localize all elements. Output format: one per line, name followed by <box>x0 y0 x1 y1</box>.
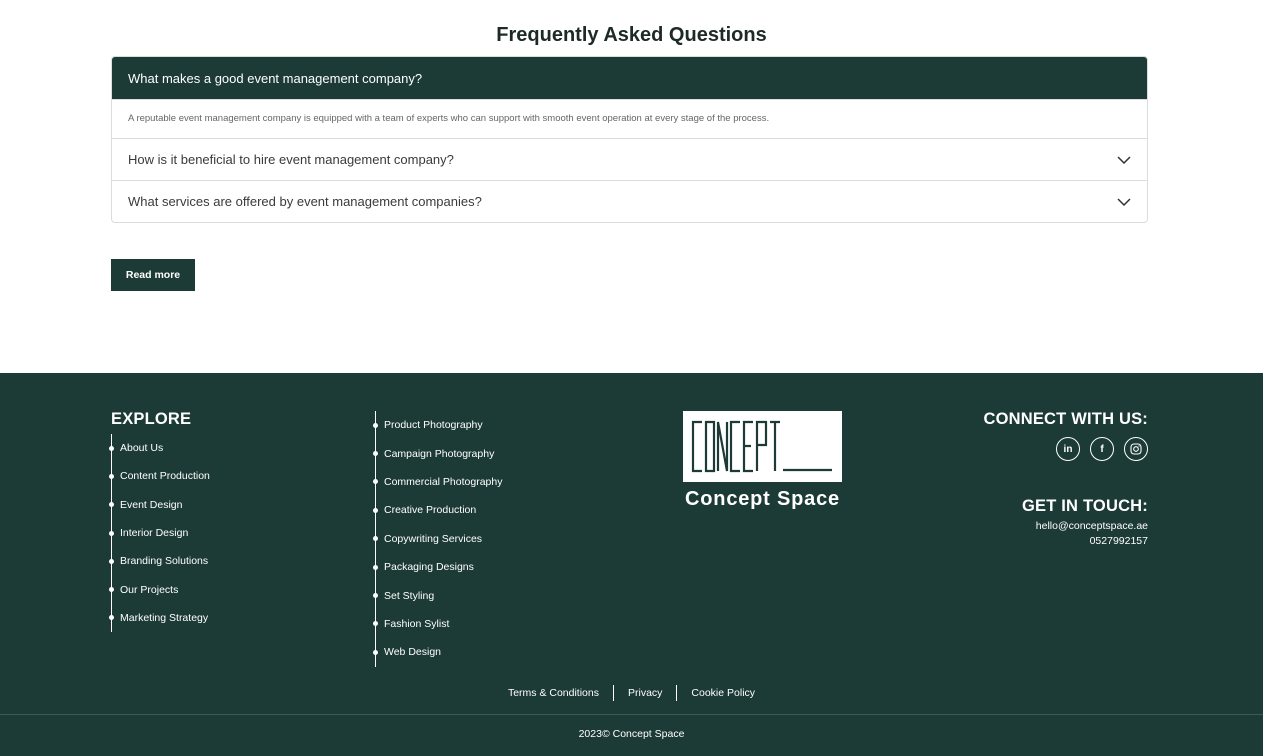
footer-link-product-photography[interactable]: Product Photography <box>372 411 502 439</box>
faq-answer-1: A reputable event management company is … <box>112 99 1147 138</box>
footer-link-content-production[interactable]: Content Production <box>109 462 210 490</box>
faq-question-text: What makes a good event management compa… <box>128 70 423 86</box>
faq-question-1[interactable]: What makes a good event management compa… <box>112 57 1147 99</box>
explore-title: EXPLORE <box>111 410 192 428</box>
chevron-up-icon <box>1117 71 1131 85</box>
instagram-icon[interactable] <box>1124 437 1148 461</box>
footer-link-our-projects[interactable]: Our Projects <box>109 575 210 603</box>
chevron-down-icon <box>1117 153 1131 167</box>
faq-accordion: What makes a good event management compa… <box>111 56 1148 223</box>
brand-name: Concept Space <box>685 488 840 510</box>
footer-link-marketing-strategy[interactable]: Marketing Strategy <box>109 604 210 632</box>
get-in-touch-title: GET IN TOUCH: <box>1021 497 1148 515</box>
explore-column: EXPLORE About Us Content Production Even… <box>109 410 210 633</box>
faq-question-2[interactable]: How is it beneficial to hire event manag… <box>112 139 1147 180</box>
footer-link-packaging-designs[interactable]: Packaging Designs <box>372 553 502 581</box>
contact-email[interactable]: hello@conceptspace.ae <box>983 520 1148 532</box>
footer-link-interior-design[interactable]: Interior Design <box>109 519 210 547</box>
read-more-button[interactable]: Read more <box>111 259 195 291</box>
services-column: Product Photography Campaign Photography… <box>372 411 502 667</box>
service-links: Product Photography Campaign Photography… <box>372 411 502 667</box>
footer-link-web-design[interactable]: Web Design <box>372 638 502 666</box>
footer-link-branding-solutions[interactable]: Branding Solutions <box>109 547 210 575</box>
logo-wordmark <box>683 411 842 482</box>
footer-link-commercial-photography[interactable]: Commercial Photography <box>372 468 502 496</box>
footer-link-creative-production[interactable]: Creative Production <box>372 496 502 524</box>
facebook-icon[interactable]: f <box>1090 437 1114 461</box>
connect-title: CONNECT WITH US: <box>983 410 1148 428</box>
copyright: 2023© Concept Space <box>578 728 685 740</box>
footer-link-campaign-photography[interactable]: Campaign Photography <box>372 439 502 467</box>
faq-question-text: What services are offered by event manag… <box>128 194 482 209</box>
site-footer: EXPLORE About Us Content Production Even… <box>0 373 1263 756</box>
faq-item: What makes a good event management compa… <box>112 57 1147 139</box>
faq-title: Frequently Asked Questions <box>496 24 767 46</box>
footer-link-set-styling[interactable]: Set Styling <box>372 581 502 609</box>
footer-link-about-us[interactable]: About Us <box>109 434 210 462</box>
contact-phone[interactable]: 0527992157 <box>983 535 1148 547</box>
terms-link[interactable]: Terms & Conditions <box>494 687 613 699</box>
faq-question-3[interactable]: What services are offered by event manag… <box>112 181 1147 222</box>
footer-link-fashion-stylist[interactable]: Fashion Sylist <box>372 610 502 638</box>
faq-question-text: How is it beneficial to hire event manag… <box>128 152 454 167</box>
faq-item: What services are offered by event manag… <box>112 181 1147 222</box>
privacy-link[interactable]: Privacy <box>614 687 676 699</box>
footer-link-event-design[interactable]: Event Design <box>109 491 210 519</box>
footer-divider <box>0 714 1263 715</box>
linkedin-icon[interactable]: in <box>1056 437 1080 461</box>
chevron-down-icon <box>1117 195 1131 209</box>
explore-links: About Us Content Production Event Design… <box>109 434 210 633</box>
legal-links: Terms & Conditions Privacy Cookie Policy <box>0 685 1263 701</box>
faq-item: How is it beneficial to hire event manag… <box>112 139 1147 181</box>
cookie-policy-link[interactable]: Cookie Policy <box>677 687 769 699</box>
footer-link-copywriting-services[interactable]: Copywriting Services <box>372 525 502 553</box>
connect-column: CONNECT WITH US: in f GET IN TOUCH: hell… <box>983 410 1148 547</box>
brand-logo[interactable]: Concept Space <box>683 411 842 511</box>
social-links: in f <box>983 437 1148 461</box>
